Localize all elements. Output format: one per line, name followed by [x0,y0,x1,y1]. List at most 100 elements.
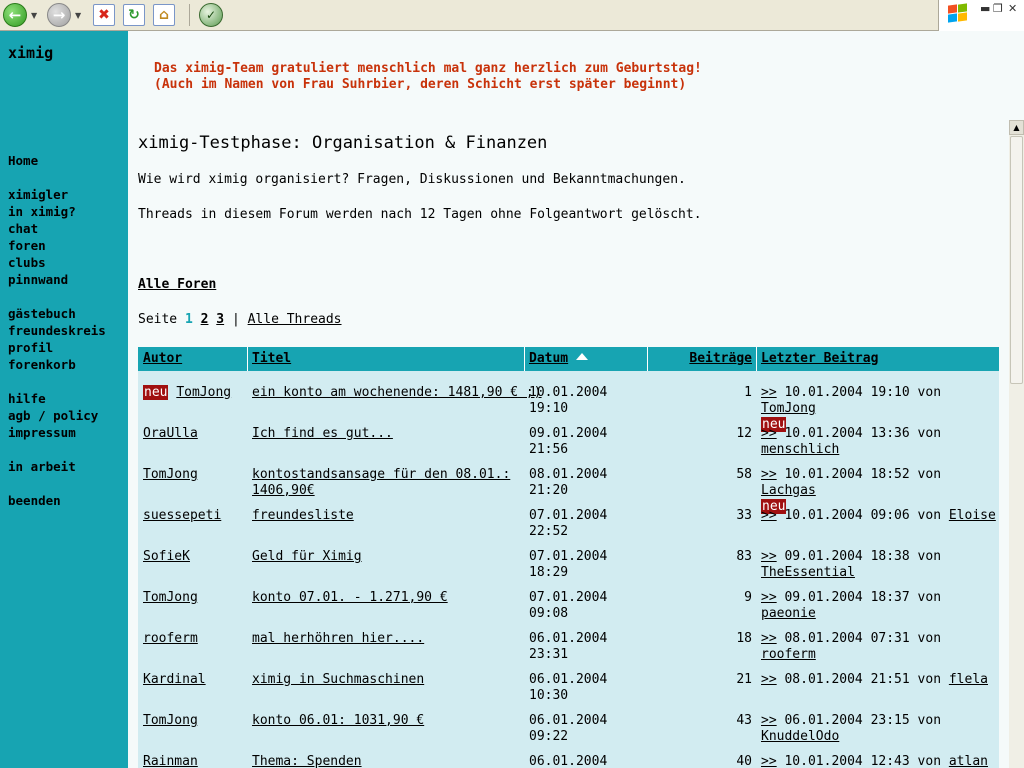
sidebar-item-impressum[interactable]: impressum [8,424,106,441]
sidebar-item-profil[interactable]: profil [8,339,106,356]
last-post-user-link[interactable]: TomJong [761,401,816,416]
goto-last-post-link[interactable]: >> [761,754,777,768]
forward-history-dropdown[interactable]: ▼ [75,3,81,27]
date-cell: 08.01.2004 21:20 [529,467,607,499]
goto-last-post-link[interactable]: >> [761,467,777,482]
thread-date: 06.01.2004 [529,672,608,687]
thread-title-link[interactable]: kontostandsansage für den 08.01.: [252,467,510,482]
back-button[interactable]: ← [3,3,27,27]
last-post-user-link[interactable]: menschlich [761,442,839,457]
sidebar-item-hilfe[interactable]: hilfe [8,390,106,407]
last-post-user-link[interactable]: atlan [949,754,988,768]
sidebar-item-freundeskreis[interactable]: freundeskreis [8,322,106,339]
close-icon[interactable]: ✕ [1008,2,1017,15]
last-post-by: von [917,672,942,687]
table-row: SofieK Geld für Ximig 07.01.2004 18:29 83 >> … [138,549,999,590]
home-button[interactable]: ⌂ [153,3,175,27]
sidebar-item-home[interactable]: Home [8,152,106,169]
sidebar-item-gästebuch[interactable]: gästebuch [8,305,106,322]
goto-last-post-link[interactable]: >> [761,631,777,646]
thread-date: 09.01.2004 [529,426,608,441]
thread-title-link[interactable]: konto 07.01. - 1.271,90 € [252,590,448,605]
thread-title-link[interactable]: ximig in Suchmaschinen [252,672,424,687]
last-post-user-link[interactable]: flela [949,672,988,687]
author-link[interactable]: rooferm [143,631,198,646]
title-cell: mal herhöhren hier.... [252,631,424,647]
author-link[interactable]: Rainman [143,754,198,768]
minimize-icon[interactable]: ▬ [980,2,990,15]
sort-by-last-post[interactable]: Letzter Beitrag [756,347,999,371]
author-link[interactable]: TomJong [143,713,198,728]
stop-x-icon: ✖ [93,4,115,26]
last-post-by: von [917,590,942,605]
vertical-scrollbar[interactable]: ▲ [1009,120,1024,768]
goto-last-post-link[interactable]: >> [761,385,777,400]
last-post-user-link[interactable]: Lachgas [761,483,816,498]
sort-by-author[interactable]: Autor [138,347,247,371]
author-link[interactable]: TomJong [143,467,198,482]
thread-title-link[interactable]: 1406,90€ [252,483,315,498]
refresh-button[interactable]: ↻ [123,3,145,27]
thread-title-link[interactable]: freundesliste [252,508,354,523]
media-button[interactable]: ✓ [199,3,223,27]
last-post-date: 08.01.2004 21:51 [784,672,910,687]
sidebar-item-agb-policy[interactable]: agb / policy [8,407,106,424]
all-forums-link[interactable]: Alle Foren [138,277,216,292]
sidebar-item-forenkorb[interactable]: forenkorb [8,356,106,373]
scrollbar-thumb[interactable] [1010,136,1023,384]
sidebar-item-in-arbeit[interactable]: in arbeit [8,458,106,475]
table-body: neu TomJong ein konto am wochenende: 1481… [138,371,999,768]
goto-last-post-link[interactable]: >> [761,672,777,687]
thread-title-link[interactable]: Geld für Ximig [252,549,362,564]
author-link[interactable]: suessepeti [143,508,221,523]
date-cell: 10.01.2004 19:10 [529,385,607,417]
author-link[interactable]: SofieK [143,549,190,564]
sidebar-item-beenden[interactable]: beenden [8,492,106,509]
thread-title-link[interactable]: konto 06.01: 1031,90 € [252,713,424,728]
scroll-up-button[interactable]: ▲ [1009,120,1024,135]
goto-last-post-link[interactable]: >> [761,713,777,728]
restore-icon[interactable]: ❐ [993,2,1003,15]
last-post-user-link[interactable]: KnuddelOdo [761,729,839,744]
goto-last-post-link[interactable]: >> [761,590,777,605]
table-header: Autor Titel Datum Beiträge Letzter Beitr… [138,347,999,371]
last-post-user-link[interactable]: Eloise [949,508,996,523]
sidebar-item-chat[interactable]: chat [8,220,106,237]
date-cell: 07.01.2004 18:29 [529,549,607,581]
page-2-link[interactable]: 2 [201,312,209,327]
author-link[interactable]: Kardinal [143,672,206,687]
last-post-user-link[interactable]: rooferm [761,647,816,662]
page-1-current: 1 [184,312,193,327]
forward-button[interactable]: → [47,3,71,27]
sidebar-item-clubs[interactable]: clubs [8,254,106,271]
thread-date: 10.01.2004 [529,385,608,400]
goto-last-post-link[interactable]: >> [761,508,777,523]
sidebar-item-foren[interactable]: foren [8,237,106,254]
site-logo[interactable]: ximig [8,44,53,62]
goto-last-post-link[interactable]: >> [761,426,777,441]
author-link[interactable]: TomJong [143,590,198,605]
sidebar-item-in-ximig[interactable]: in ximig? [8,203,106,220]
author-link[interactable]: TomJong [176,385,231,400]
stop-button[interactable]: ✖ [93,3,115,27]
back-history-dropdown[interactable]: ▼ [31,3,37,27]
goto-last-post-link[interactable]: >> [761,549,777,564]
thread-time: 21:20 [529,483,569,498]
thread-title-link[interactable]: mal herhöhren hier.... [252,631,424,646]
sidebar-item-pinnwand[interactable]: pinnwand [8,271,106,288]
thread-title-link[interactable]: Thema: Spenden [252,754,362,768]
thread-title-link[interactable]: ein konto am wochenende: 1481,90 € ;) [252,385,542,400]
thread-title-link[interactable]: Ich find es gut... [252,426,393,441]
title-cell: konto 07.01. - 1.271,90 € [252,590,448,606]
page-3-link[interactable]: 3 [216,312,224,327]
last-post-user-link[interactable]: paeonie [761,606,816,621]
sort-by-date[interactable]: Datum [529,351,568,366]
sidebar-item-ximigler[interactable]: ximigler [8,186,106,203]
all-threads-link[interactable]: Alle Threads [248,312,342,327]
author-link[interactable]: OraUlla [143,426,198,441]
last-post-cell: >> 08.01.2004 21:51 von flela [761,672,997,688]
sort-by-title[interactable]: Titel [247,347,524,371]
forum-deletion-note: Threads in diesem Forum werden nach 12 T… [138,207,702,222]
last-post-user-link[interactable]: TheEssential [761,565,855,580]
sort-by-posts[interactable]: Beiträge [647,347,756,371]
